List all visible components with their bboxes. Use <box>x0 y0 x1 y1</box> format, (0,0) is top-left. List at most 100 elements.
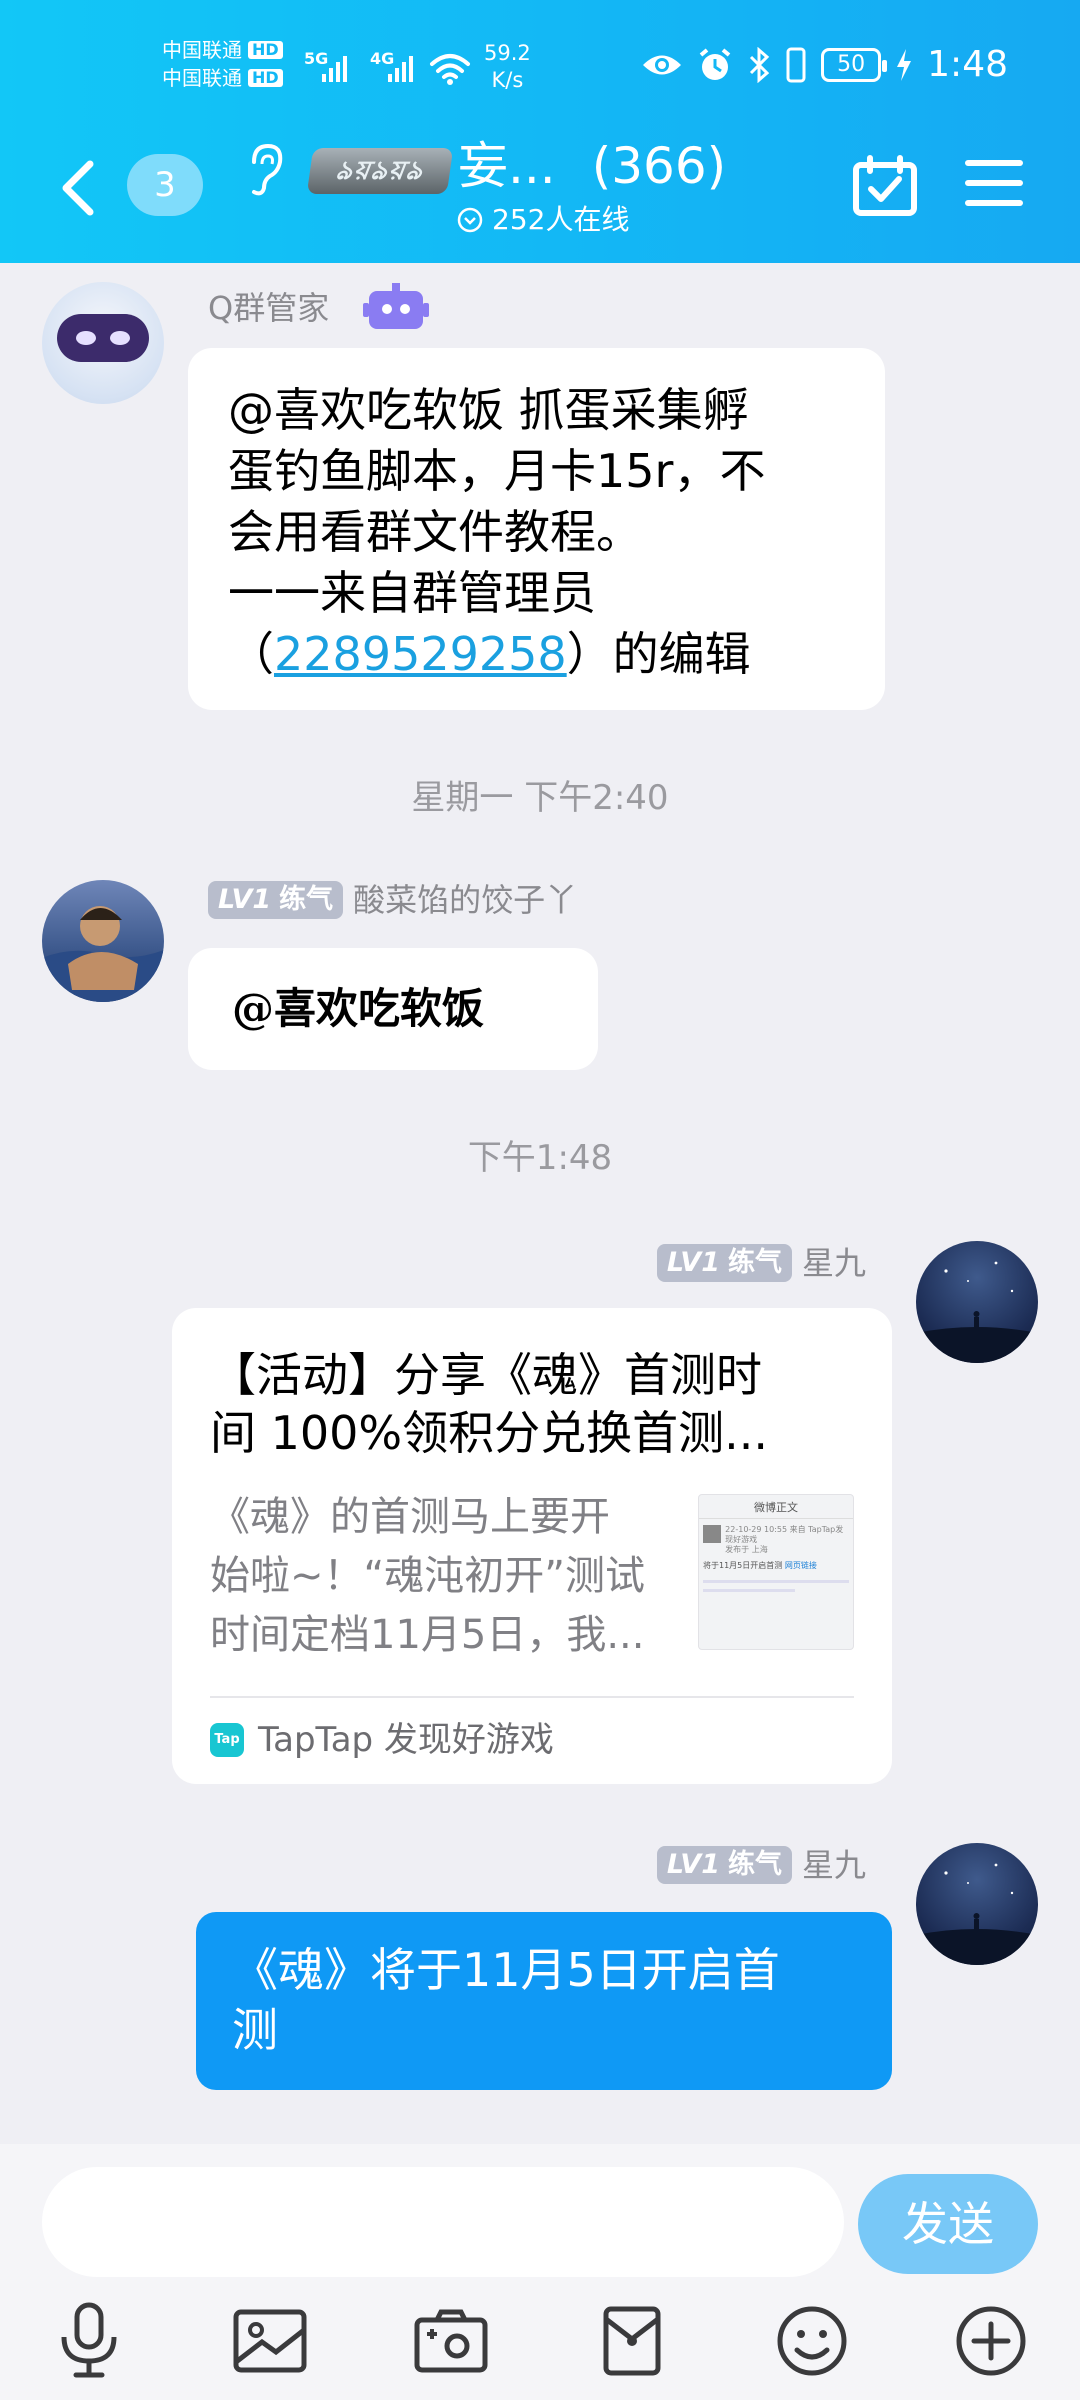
avatar-xingjiu[interactable] <box>916 1241 1038 1363</box>
avatar-user-dumpling[interactable] <box>42 880 164 1002</box>
card-desc-line: 时间定档11月5日，我... <box>210 1612 645 1658</box>
carrier-info: 中国联通 HD 中国联通 HD <box>162 36 283 92</box>
camera-icon[interactable] <box>406 2296 496 2386</box>
admin-qq-link[interactable]: 2289529258 <box>274 627 567 681</box>
bluetooth-icon <box>750 46 770 83</box>
net-4g: 4G <box>370 49 394 68</box>
hd-badge-2: HD <box>248 69 283 87</box>
level-name: 练气 <box>279 884 334 915</box>
thumb-divider <box>703 1580 849 1583</box>
network-speed: 59.2 K/s <box>484 40 531 94</box>
message-bubble-admin-notice[interactable]: @喜欢吃软饭 抓蛋采集孵 蛋钓鱼脚本，月卡15r，不 会用看群文件教程。 一一来… <box>188 348 885 710</box>
vibrate-icon <box>786 47 806 82</box>
source-name: TapTap 发现好游戏 <box>258 1720 554 1760</box>
signal-icons: 5G 4G <box>304 44 474 94</box>
eye-icon <box>643 55 682 74</box>
calendar-check-icon[interactable] <box>852 155 918 217</box>
message-bubble-mention[interactable]: @喜欢吃软饭 <box>188 948 598 1070</box>
level-tag: LV1 练气 <box>656 1244 792 1282</box>
battery-indicator: 50 <box>821 47 888 82</box>
microphone-icon[interactable] <box>44 2296 134 2386</box>
thumb-link: 网页链接 <box>784 1561 817 1570</box>
message-text: @喜欢吃软饭 抓蛋采集孵 蛋钓鱼脚本，月卡15r，不 会用看群文件教程。 一一来… <box>228 380 845 685</box>
text-fragment: ）的编辑 <box>566 627 751 681</box>
timestamp: 星期一 下午2:40 <box>411 778 669 818</box>
emoji-icon[interactable] <box>767 2296 857 2386</box>
taptap-logo: Tap <box>210 1723 244 1757</box>
sender-dumpling: LV1 练气 酸菜馅的饺子丫 <box>208 880 577 920</box>
share-card[interactable]: 【活动】分享《魂》首测时 间 100%领积分兑换首测... 《魂》的首测马上要开… <box>172 1308 892 1784</box>
text-line: 蛋钓鱼脚本，月卡15r，不 <box>228 444 766 498</box>
charging-icon <box>897 48 912 81</box>
group-title[interactable]: 妄... (366) <box>458 134 726 198</box>
thumb-text: 将于11月5日开启首测 <box>703 1561 783 1570</box>
sender-name: 酸菜馅的饺子丫 <box>353 881 578 919</box>
menu-icon[interactable] <box>964 158 1024 208</box>
sender-name: 星九 <box>801 1846 866 1884</box>
card-title: 【活动】分享《魂》首测时 间 100%领积分兑换首测... <box>210 1346 768 1462</box>
level-code: LV1 <box>666 1849 720 1880</box>
card-title-line: 【活动】分享《魂》首测时 <box>210 1348 762 1402</box>
speed-unit: K/s <box>491 68 524 92</box>
card-divider <box>210 1696 854 1698</box>
net-5g: 5G <box>304 49 328 68</box>
plus-icon[interactable] <box>946 2296 1036 2386</box>
send-button[interactable]: 发送 <box>858 2174 1038 2274</box>
avatar-q-manager[interactable] <box>42 282 164 404</box>
message-input[interactable] <box>42 2167 844 2277</box>
thumb-divider <box>703 1589 796 1592</box>
level-name: 练气 <box>727 1849 782 1880</box>
thumb-sub: 发布于 上海 <box>725 1545 768 1554</box>
hd-badge-1: HD <box>248 41 283 59</box>
status-right: 50 1:48 <box>641 44 1008 85</box>
chat-header: 中国联通 HD 中国联通 HD 5G 4G 59.2 K/s 50 1:48 3 ঌ… <box>0 0 1080 263</box>
robot-icon <box>363 283 430 329</box>
level-code: LV1 <box>666 1247 720 1278</box>
text-line: （2289529258）的编辑 <box>228 624 845 685</box>
message-bubble-own[interactable]: 《魂》将于11月5日开启首 测 <box>196 1912 892 2090</box>
thumb-header: 22-10-29 10:55 来自 TapTap发现好游戏 发布于 上海 <box>699 1519 853 1557</box>
thumb-meta: 22-10-29 10:55 来自 TapTap发现好游戏 <box>725 1525 844 1544</box>
sender-q-manager: Q群管家 <box>208 283 430 333</box>
online-text: 252人在线 <box>492 203 630 236</box>
group-name: 妄... <box>458 137 556 195</box>
online-count[interactable]: 252人在线 <box>456 202 629 238</box>
chevron-down-circle-icon <box>457 207 483 233</box>
card-thumbnail: 微博正文 22-10-29 10:55 来自 TapTap发现好游戏 发布于 上海… <box>698 1494 854 1650</box>
card-title-line: 间 100%领积分兑换首测... <box>210 1406 768 1460</box>
sender-name: 星九 <box>801 1244 866 1282</box>
card-description: 《魂》的首测马上要开 始啦~！“魂沌初开”测试 时间定档11月5日，我... <box>210 1488 645 1665</box>
clock: 1:48 <box>927 44 1008 85</box>
member-count: (366) <box>591 137 727 195</box>
text-line: 《魂》将于11月5日开启首 <box>232 1943 780 1997</box>
carrier-2: 中国联通 <box>162 66 242 90</box>
thumb-body: 将于11月5日开启首测 网页链接 <box>699 1557 853 1574</box>
level-code: LV1 <box>218 884 272 915</box>
timestamp: 下午1:48 <box>467 1138 613 1178</box>
image-icon[interactable] <box>225 2296 315 2386</box>
alarm-icon <box>699 47 731 80</box>
back-arrow-icon[interactable] <box>58 160 98 216</box>
card-desc-line: 始啦~！“魂沌初开”测试 <box>210 1553 645 1599</box>
unread-badge[interactable]: 3 <box>127 154 203 216</box>
carrier-1: 中国联通 <box>162 38 242 62</box>
card-desc-line: 《魂》的首测马上要开 <box>210 1494 610 1540</box>
level-tag: LV1 练气 <box>656 1846 792 1884</box>
text-line: 一一来自群管理员 <box>228 566 596 620</box>
thumb-avatar <box>703 1525 722 1543</box>
sender-xingjiu: LV1 练气 星九 <box>656 1243 866 1283</box>
sender-name: Q群管家 <box>208 289 330 327</box>
text-line: 测 <box>232 2003 278 2057</box>
avatar-xingjiu-2[interactable] <box>916 1843 1038 1965</box>
level-tag: LV1 练气 <box>208 881 344 919</box>
thumb-title: 微博正文 <box>699 1495 853 1519</box>
ear-icon[interactable] <box>244 142 284 198</box>
text-line: @喜欢吃软饭 抓蛋采集孵 <box>228 383 749 437</box>
text-fragment: （ <box>228 627 274 681</box>
red-packet-icon[interactable] <box>587 2296 677 2386</box>
text-line: 会用看群文件教程。 <box>228 505 642 559</box>
input-bar: 发送 <box>0 2144 1080 2400</box>
group-logo[interactable]: ঌয়ঌয়ঌ <box>306 148 454 194</box>
speed-value: 59.2 <box>484 41 531 65</box>
level-name: 练气 <box>727 1247 782 1278</box>
